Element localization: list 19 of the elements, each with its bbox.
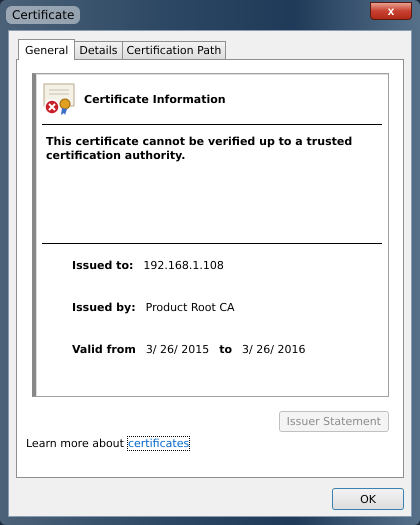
- date-value: 3/ 26/ 2015: [146, 342, 210, 356]
- field-label: to: [219, 342, 232, 356]
- field-label: Issued by:: [72, 300, 136, 314]
- date-value: 3/ 26/ 2016: [242, 342, 306, 356]
- ok-button[interactable]: OK: [332, 488, 404, 510]
- warning-message: This certificate cannot be verified up to a trusted certification authority.: [46, 135, 354, 164]
- section-heading: Certificate Information: [84, 92, 226, 106]
- certificate-error-icon: [42, 82, 76, 116]
- certificates-link[interactable]: certificates: [128, 437, 190, 450]
- field-label: Issued to:: [72, 258, 134, 272]
- field-label: Valid from: [72, 342, 136, 356]
- tab[interactable]: Details: [74, 41, 122, 59]
- field-value: 192.168.1.108: [143, 258, 224, 272]
- learn-more-text: Learn more about: [26, 437, 124, 450]
- field-value: Product Root CA: [146, 300, 235, 314]
- tab[interactable]: General: [18, 39, 76, 60]
- window-title: Certificate: [6, 6, 80, 24]
- close-button[interactable]: x: [370, 2, 412, 20]
- tab[interactable]: Certification Path: [122, 41, 226, 59]
